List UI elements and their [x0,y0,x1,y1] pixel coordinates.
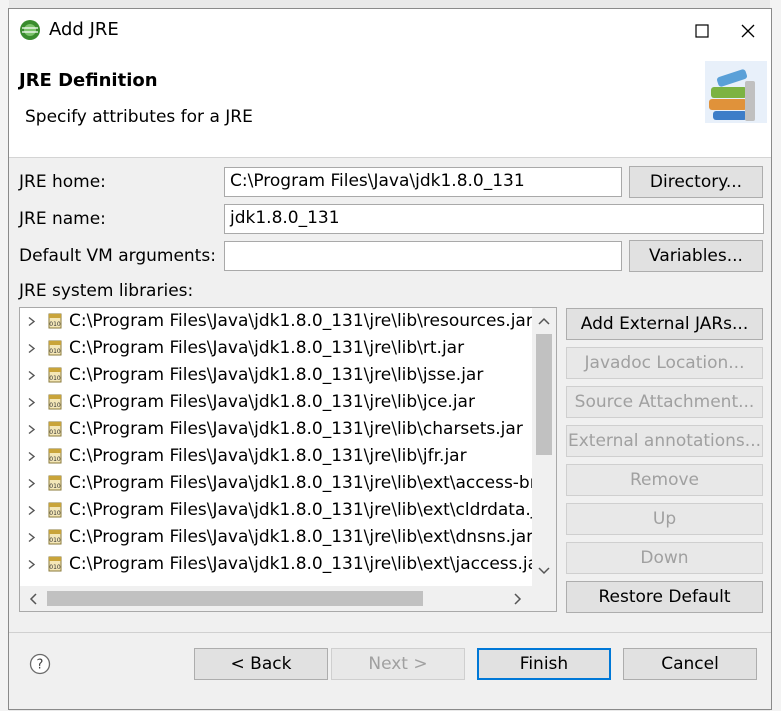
eclipse-icon [20,20,40,40]
horizontal-scroll-thumb[interactable] [47,591,423,606]
variables-button[interactable]: Variables... [629,240,763,272]
svg-text:010: 010 [49,348,61,355]
library-path: C:\Program Files\Java\jdk1.8.0_131\jre\l… [69,473,532,493]
title-bar: Add JRE [9,9,771,53]
restore-default-button[interactable]: Restore Default [566,581,763,613]
chevron-right-icon[interactable] [26,470,38,497]
chevron-right-icon[interactable] [26,551,38,578]
svg-text:010: 010 [49,456,61,463]
svg-text:010: 010 [49,510,61,517]
jre-name-label: JRE name: [19,209,106,229]
library-row[interactable]: 010 C:\Program Files\Java\jdk1.8.0_131\jr… [20,389,532,416]
svg-text:010: 010 [49,537,61,544]
jar-file-icon: 010 [48,529,62,545]
svg-text:?: ? [37,658,44,673]
svg-text:010: 010 [49,402,61,409]
chevron-right-icon[interactable] [26,335,38,362]
chevron-right-icon[interactable] [26,443,38,470]
maximize-button[interactable] [679,9,725,53]
library-path: C:\Program Files\Java\jdk1.8.0_131\jre\l… [69,554,532,574]
books-icon [705,61,767,123]
svg-text:010: 010 [49,375,61,382]
window-title: Add JRE [49,19,119,40]
maximize-icon [695,24,709,38]
jar-file-icon: 010 [48,394,62,410]
library-path: C:\Program Files\Java\jdk1.8.0_131\jre\l… [69,500,532,520]
jar-file-icon: 010 [48,313,62,329]
libraries-rows: 010 C:\Program Files\Java\jdk1.8.0_131\jr… [20,308,532,586]
javadoc-location-button[interactable]: Javadoc Location... [566,347,763,379]
external-annotations-button[interactable]: External annotations... [566,425,763,457]
add-jre-dialog: Add JRE JRE Definition Specify attribute… [8,8,772,710]
down-button[interactable]: Down [566,542,763,574]
jre-home-label: JRE home: [19,172,106,192]
library-path: C:\Program Files\Java\jdk1.8.0_131\jre\l… [69,419,523,439]
remove-button[interactable]: Remove [566,464,763,496]
finish-button[interactable]: Finish [477,648,611,680]
page-description: Specify attributes for a JRE [25,107,253,127]
chevron-right-icon[interactable] [26,389,38,416]
directory-button[interactable]: Directory... [629,166,763,198]
chevron-right-icon[interactable] [26,362,38,389]
library-row[interactable]: 010 C:\Program Files\Java\jdk1.8.0_131\jr… [20,335,532,362]
library-path: C:\Program Files\Java\jdk1.8.0_131\jre\l… [69,365,484,385]
scrollbar-corner [532,586,556,611]
jar-file-icon: 010 [48,556,62,572]
jar-file-icon: 010 [48,448,62,464]
scroll-left-icon[interactable] [28,593,38,605]
libraries-tree[interactable]: 010 C:\Program Files\Java\jdk1.8.0_131\jr… [19,307,557,612]
jar-file-icon: 010 [48,421,62,437]
svg-text:010: 010 [49,564,61,571]
jre-home-field[interactable]: C:\Program Files\Java\jdk1.8.0_131 [224,167,622,197]
svg-text:010: 010 [49,483,61,490]
page-title: JRE Definition [19,70,158,91]
library-row[interactable]: 010 C:\Program Files\Java\jdk1.8.0_131\jr… [20,308,532,335]
add-external-jars-button[interactable]: Add External JARs... [566,308,763,340]
wizard-header: JRE Definition Specify attributes for a … [9,53,771,158]
library-row[interactable]: 010 C:\Program Files\Java\jdk1.8.0_131\jr… [20,443,532,470]
library-path: C:\Program Files\Java\jdk1.8.0_131\jre\l… [69,311,532,331]
chevron-right-icon[interactable] [26,416,38,443]
next-button[interactable]: Next > [331,648,465,680]
library-row[interactable]: 010 C:\Program Files\Java\jdk1.8.0_131\jr… [20,362,532,389]
scroll-right-icon[interactable] [513,593,523,605]
jar-file-icon: 010 [48,475,62,491]
source-attachment-button[interactable]: Source Attachment... [566,386,763,418]
libraries-label: JRE system libraries: [19,281,194,301]
chevron-right-icon[interactable] [26,308,38,335]
scroll-up-icon[interactable] [538,316,550,326]
vm-args-field[interactable] [224,241,622,271]
library-row[interactable]: 010 C:\Program Files\Java\jdk1.8.0_131\jr… [20,470,532,497]
svg-text:010: 010 [49,321,61,328]
footer-separator [9,632,771,633]
chevron-right-icon[interactable] [26,524,38,551]
vertical-scroll-thumb[interactable] [536,334,552,455]
jar-file-icon: 010 [48,367,62,383]
scroll-down-icon[interactable] [538,566,550,576]
jar-file-icon: 010 [48,502,62,518]
library-row[interactable]: 010 C:\Program Files\Java\jdk1.8.0_131\jr… [20,416,532,443]
up-button[interactable]: Up [566,503,763,535]
library-row[interactable]: 010 C:\Program Files\Java\jdk1.8.0_131\jr… [20,551,532,578]
close-icon [741,24,755,38]
close-button[interactable] [725,9,771,53]
cancel-button[interactable]: Cancel [623,648,757,680]
library-row[interactable]: 010 C:\Program Files\Java\jdk1.8.0_131\jr… [20,497,532,524]
library-path: C:\Program Files\Java\jdk1.8.0_131\jre\l… [69,392,475,412]
chevron-right-icon[interactable] [26,497,38,524]
horizontal-scrollbar[interactable] [20,586,532,611]
library-path: C:\Program Files\Java\jdk1.8.0_131\jre\l… [69,446,467,466]
jre-name-field[interactable]: jdk1.8.0_131 [224,204,764,234]
svg-text:010: 010 [49,429,61,436]
help-icon[interactable]: ? [29,653,51,675]
library-row[interactable]: 010 C:\Program Files\Java\jdk1.8.0_131\jr… [20,524,532,551]
back-button[interactable]: < Back [194,648,328,680]
vm-args-label: Default VM arguments: [19,246,216,266]
vertical-scrollbar[interactable] [532,308,556,586]
jar-file-icon: 010 [48,340,62,356]
library-path: C:\Program Files\Java\jdk1.8.0_131\jre\l… [69,527,532,547]
library-path: C:\Program Files\Java\jdk1.8.0_131\jre\l… [69,338,465,358]
